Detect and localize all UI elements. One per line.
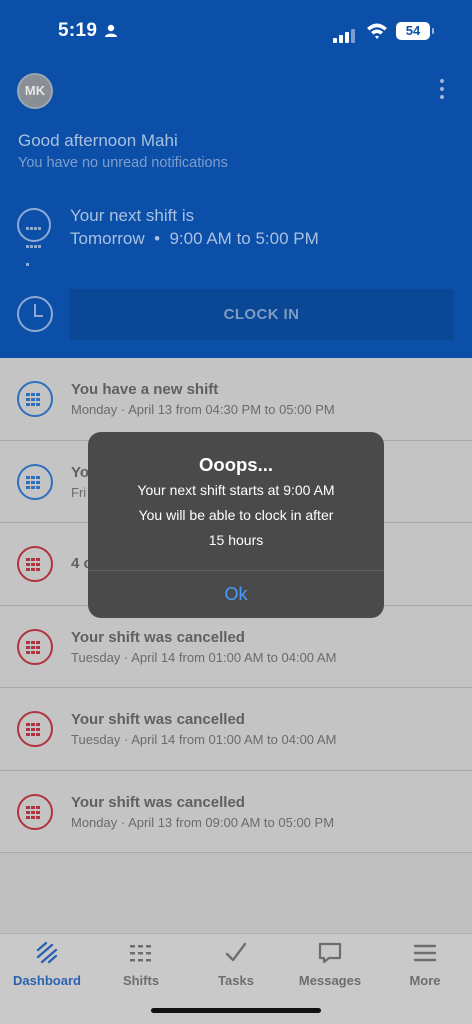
- list-item-subtitle: Fri: [71, 484, 87, 500]
- calendar-icon: [17, 208, 51, 266]
- list-item-title: Your shift was cancelled: [71, 628, 245, 646]
- tab-shifts[interactable]: Shifts: [94, 940, 188, 988]
- calendar-icon: [17, 711, 53, 747]
- calendar-icon: [17, 463, 53, 500]
- empty-area: [0, 853, 472, 933]
- ok-button[interactable]: Ok: [88, 571, 384, 618]
- list-item-subtitle: Tuesday · April 14 from 01:00 AM to 04:0…: [71, 732, 337, 747]
- list-item-subtitle: Monday · April 13 from 09:00 AM to 05:00…: [71, 814, 335, 830]
- battery-indicator: 54: [396, 22, 434, 40]
- dialog-message-line: Your next shift starts at 9:00 AM: [137, 482, 335, 498]
- dialog-message-line: You will be able to clock in after: [138, 507, 334, 523]
- calendar-icon: [17, 628, 53, 665]
- greeting-text: Good afternoon Mahi: [18, 131, 178, 150]
- tab-label: Messages: [298, 973, 362, 988]
- wifi-icon: [367, 23, 387, 39]
- tab-more[interactable]: More: [378, 940, 472, 988]
- calendar-icon: [17, 793, 53, 830]
- menu-icon: [413, 944, 437, 962]
- dashboard-header: 5:19 54 MK Good afternoon Mahi You have …: [0, 0, 472, 358]
- tab-label: Tasks: [218, 973, 254, 988]
- list-item-subtitle: Tuesday · April 14 from 01:00 AM to 04:0…: [71, 649, 337, 665]
- clock-in-button[interactable]: CLOCK IN: [69, 289, 454, 340]
- cellular-signal-icon: [333, 25, 357, 43]
- tab-label: Shifts: [122, 973, 160, 988]
- dashboard-icon: [36, 941, 58, 964]
- list-item-title: Your shift was cancelled: [71, 711, 245, 728]
- notifications-text: You have no unread notifications: [18, 155, 228, 171]
- list-item[interactable]: Your shift was cancelled Monday · April …: [0, 770, 472, 853]
- checkmark-icon: [225, 942, 247, 962]
- list-item-title: You have a new shift: [71, 381, 219, 398]
- home-indicator[interactable]: [151, 1008, 321, 1013]
- shifts-icon: [130, 945, 151, 962]
- avatar[interactable]: MK: [17, 73, 53, 109]
- tab-label: Dashboard: [13, 973, 81, 988]
- alert-dialog: Ooops... Your next shift starts at 9:00 …: [88, 432, 384, 618]
- message-icon: [318, 942, 342, 964]
- calendar-icon: [17, 381, 53, 417]
- list-item-subtitle: Monday · April 13 from 04:30 PM to 05:00…: [71, 402, 335, 417]
- list-item[interactable]: Your shift was cancelled Tuesday · April…: [0, 688, 472, 771]
- calendar-icon: [17, 546, 53, 582]
- next-shift-label: Your next shift is: [70, 206, 195, 225]
- more-options-icon[interactable]: [430, 76, 454, 104]
- tab-dashboard[interactable]: Dashboard: [0, 940, 94, 988]
- status-bar: 5:19 54: [0, 0, 472, 60]
- dialog-title: Ooops...: [199, 454, 273, 475]
- list-item[interactable]: You have a new shift Monday · April 13 f…: [0, 358, 472, 441]
- list-item-title: Your shift was cancelled: [71, 793, 245, 811]
- status-time: 5:19: [58, 20, 98, 41]
- person-icon: [105, 24, 117, 37]
- tab-label: More: [409, 973, 441, 988]
- next-shift-time: Tomorrow • 9:00 AM to 5:00 PM: [70, 229, 319, 248]
- tab-messages[interactable]: Messages: [283, 940, 377, 988]
- dialog-message-line: 15 hours: [208, 532, 264, 548]
- clock-icon: [17, 296, 53, 332]
- tab-tasks[interactable]: Tasks: [189, 940, 283, 988]
